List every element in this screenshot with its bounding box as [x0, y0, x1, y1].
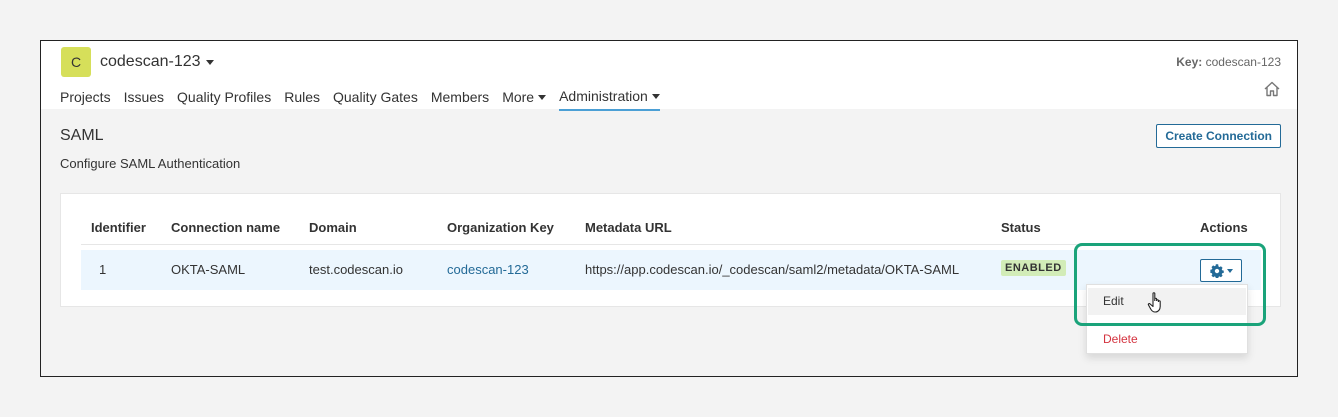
gear-icon	[1209, 263, 1224, 278]
chevron-down-icon	[651, 93, 660, 99]
org-nav: Projects Issues Quality Profiles Rules Q…	[60, 88, 673, 111]
chevron-down-icon	[205, 59, 214, 65]
table-header-divider	[81, 244, 1261, 245]
page-description: Configure SAML Authentication	[60, 156, 241, 171]
nav-label: More	[502, 89, 535, 105]
org-switcher[interactable]: codescan-123	[100, 53, 214, 71]
column-header-organization-key: Organization Key	[447, 220, 554, 235]
nav-label: Quality Profiles	[177, 89, 272, 105]
status-badge: ENABLED	[1001, 260, 1066, 276]
hand-pointer-icon	[1147, 292, 1161, 313]
nav-administration[interactable]: Administration	[559, 88, 660, 111]
cell-domain: test.codescan.io	[309, 262, 403, 277]
nav-label: Issues	[123, 89, 165, 105]
column-header-connection-name: Connection name	[171, 220, 281, 235]
cell-org-key-link[interactable]: codescan-123	[447, 262, 529, 277]
cell-metadata-url: https://app.codescan.io/_codescan/saml2/…	[585, 262, 960, 277]
chevron-down-icon	[1226, 268, 1233, 273]
menu-item-edit[interactable]: Edit	[1103, 294, 1124, 308]
nav-label: Quality Gates	[333, 89, 418, 105]
page-title: SAML	[60, 127, 104, 144]
org-header: C codescan-123 Key: codescan-123 Project…	[41, 41, 1297, 111]
org-key: Key: codescan-123	[1176, 55, 1281, 69]
menu-divider	[1087, 323, 1247, 324]
nav-quality-profiles[interactable]: Quality Profiles	[177, 88, 271, 111]
menu-item-delete[interactable]: Delete	[1103, 332, 1138, 346]
nav-projects[interactable]: Projects	[60, 88, 111, 111]
create-connection-button[interactable]: Create Connection	[1156, 124, 1281, 148]
column-header-metadata-url: Metadata URL	[585, 220, 672, 235]
org-avatar: C	[61, 47, 91, 77]
home-icon[interactable]	[1263, 80, 1281, 98]
chevron-down-icon	[538, 94, 547, 100]
nav-label: Administration	[559, 88, 648, 104]
actions-gear-button[interactable]	[1200, 259, 1242, 282]
nav-issues[interactable]: Issues	[124, 88, 164, 111]
org-key-value: codescan-123	[1205, 55, 1281, 69]
nav-label: Rules	[284, 89, 320, 105]
nav-label: Projects	[60, 89, 111, 105]
org-name: codescan-123	[100, 53, 201, 70]
nav-rules[interactable]: Rules	[284, 88, 320, 111]
cell-identifier: 1	[99, 262, 107, 277]
nav-quality-gates[interactable]: Quality Gates	[333, 88, 418, 111]
column-header-domain: Domain	[309, 220, 357, 235]
nav-label: Members	[430, 89, 490, 105]
column-header-identifier: Identifier	[91, 220, 146, 235]
nav-more[interactable]: More	[502, 88, 547, 111]
org-key-label: Key:	[1176, 55, 1203, 69]
column-header-status: Status	[1001, 220, 1041, 235]
cell-connection-name: OKTA-SAML	[171, 262, 246, 277]
nav-members[interactable]: Members	[431, 88, 489, 111]
actions-dropdown-menu: Edit Delete	[1086, 284, 1248, 354]
app-frame: C codescan-123 Key: codescan-123 Project…	[40, 40, 1298, 377]
column-header-actions: Actions	[1200, 220, 1248, 235]
